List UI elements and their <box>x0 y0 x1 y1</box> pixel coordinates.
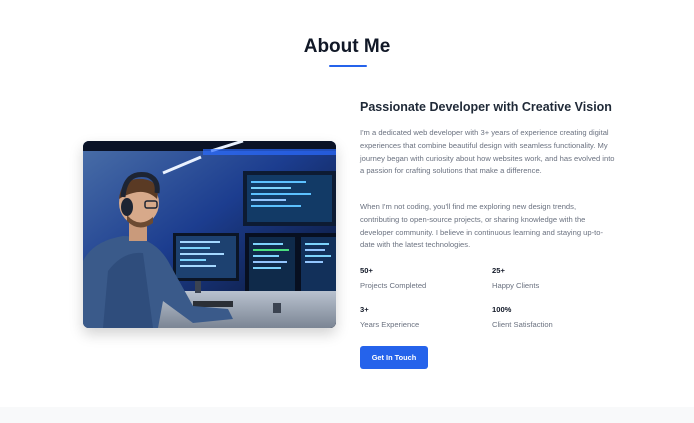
about-heading: Passionate Developer with Creative Visio… <box>360 100 612 114</box>
section-title: About Me <box>303 36 391 57</box>
developer-photo <box>83 141 336 328</box>
stat-projects-completed: 50+ Projects Completed <box>360 266 480 291</box>
stat-label: Projects Completed <box>360 281 427 290</box>
stat-value: 3+ <box>360 305 369 314</box>
stat-value: 25+ <box>492 266 505 275</box>
stat-happy-clients: 25+ Happy Clients <box>492 266 612 291</box>
stat-value: 100% <box>492 305 512 314</box>
stat-years-experience: 3+ Years Experience <box>360 305 480 330</box>
about-paragraph-1: I'm a dedicated web developer with 3+ ye… <box>360 128 615 176</box>
get-in-touch-button[interactable]: Get In Touch <box>360 346 428 369</box>
title-underline <box>329 65 367 67</box>
about-paragraph-2: When I'm not coding, you'll find me expl… <box>360 202 603 250</box>
stat-label: Years Experience <box>360 320 420 329</box>
next-section-band <box>0 407 694 423</box>
stat-label: Client Satisfaction <box>492 320 553 329</box>
stat-label: Happy Clients <box>492 281 540 290</box>
stat-client-satisfaction: 100% Client Satisfaction <box>492 305 612 330</box>
stat-value: 50+ <box>360 266 373 275</box>
